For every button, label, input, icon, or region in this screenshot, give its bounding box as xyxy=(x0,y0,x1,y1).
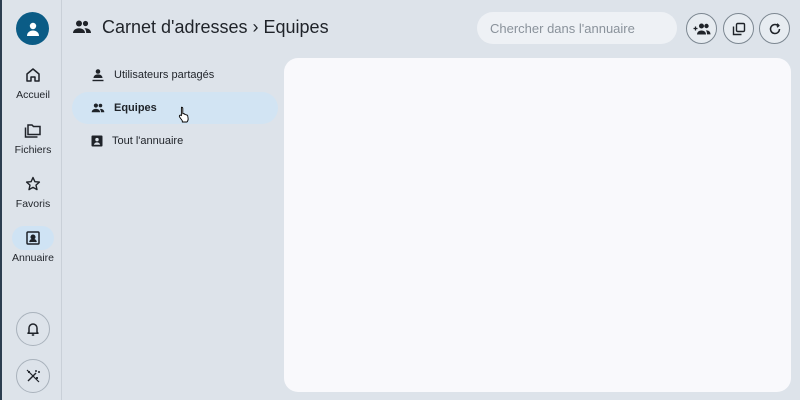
rail-item-accueil[interactable]: Accueil xyxy=(2,63,64,101)
sidebar-item-label: Tout l'annuaire xyxy=(112,135,184,147)
breadcrumb: Carnet d'adresses › Equipes xyxy=(102,17,329,38)
refresh-icon xyxy=(769,22,780,34)
contact-card-icon xyxy=(26,231,40,245)
user-icon xyxy=(26,22,39,36)
avatar[interactable] xyxy=(16,12,49,45)
rail-item-fichiers[interactable]: Fichiers xyxy=(2,118,64,156)
home-icon xyxy=(26,68,40,82)
search-input[interactable] xyxy=(477,12,677,44)
breadcrumb-root[interactable]: Carnet d'adresses xyxy=(102,17,248,38)
sidebar-item-label: Equipes xyxy=(114,102,157,114)
rail-item-favoris[interactable]: Favoris xyxy=(2,172,64,210)
breadcrumb-separator: › xyxy=(252,17,259,37)
copy-icon xyxy=(732,22,745,35)
breadcrumb-current: Equipes xyxy=(263,17,329,37)
rail-item-label: Favoris xyxy=(15,198,51,210)
notifications-button[interactable] xyxy=(16,312,50,346)
add-group-button[interactable] xyxy=(686,13,717,44)
magic-wand-icon xyxy=(26,369,40,383)
navigation-rail: Accueil Fichiers Favoris Annuaire xyxy=(0,0,62,400)
sidebar-item-shared-users[interactable]: Utilisateurs partagés xyxy=(72,59,278,91)
group-icon xyxy=(73,20,91,33)
add-group-icon xyxy=(693,23,710,34)
folders-icon xyxy=(24,124,41,138)
rail-item-label: Annuaire xyxy=(11,252,55,264)
bell-icon xyxy=(27,323,39,336)
sidebar-item-all-directory[interactable]: Tout l'annuaire xyxy=(72,125,278,157)
rail-item-annuaire[interactable]: Annuaire xyxy=(2,226,64,264)
copy-button[interactable] xyxy=(723,13,754,44)
pointer-cursor-icon xyxy=(178,106,189,123)
star-icon xyxy=(25,176,41,191)
sidebar-item-label: Utilisateurs partagés xyxy=(114,69,215,81)
rail-item-label: Fichiers xyxy=(14,144,52,156)
contact-card-icon xyxy=(91,135,103,147)
shared-user-icon xyxy=(92,69,104,82)
tools-button[interactable] xyxy=(16,359,50,393)
refresh-button[interactable] xyxy=(759,13,790,44)
sidebar-item-teams[interactable]: Equipes xyxy=(72,92,278,124)
rail-item-label: Accueil xyxy=(16,89,50,101)
content-panel xyxy=(284,58,791,392)
group-icon xyxy=(91,103,105,113)
